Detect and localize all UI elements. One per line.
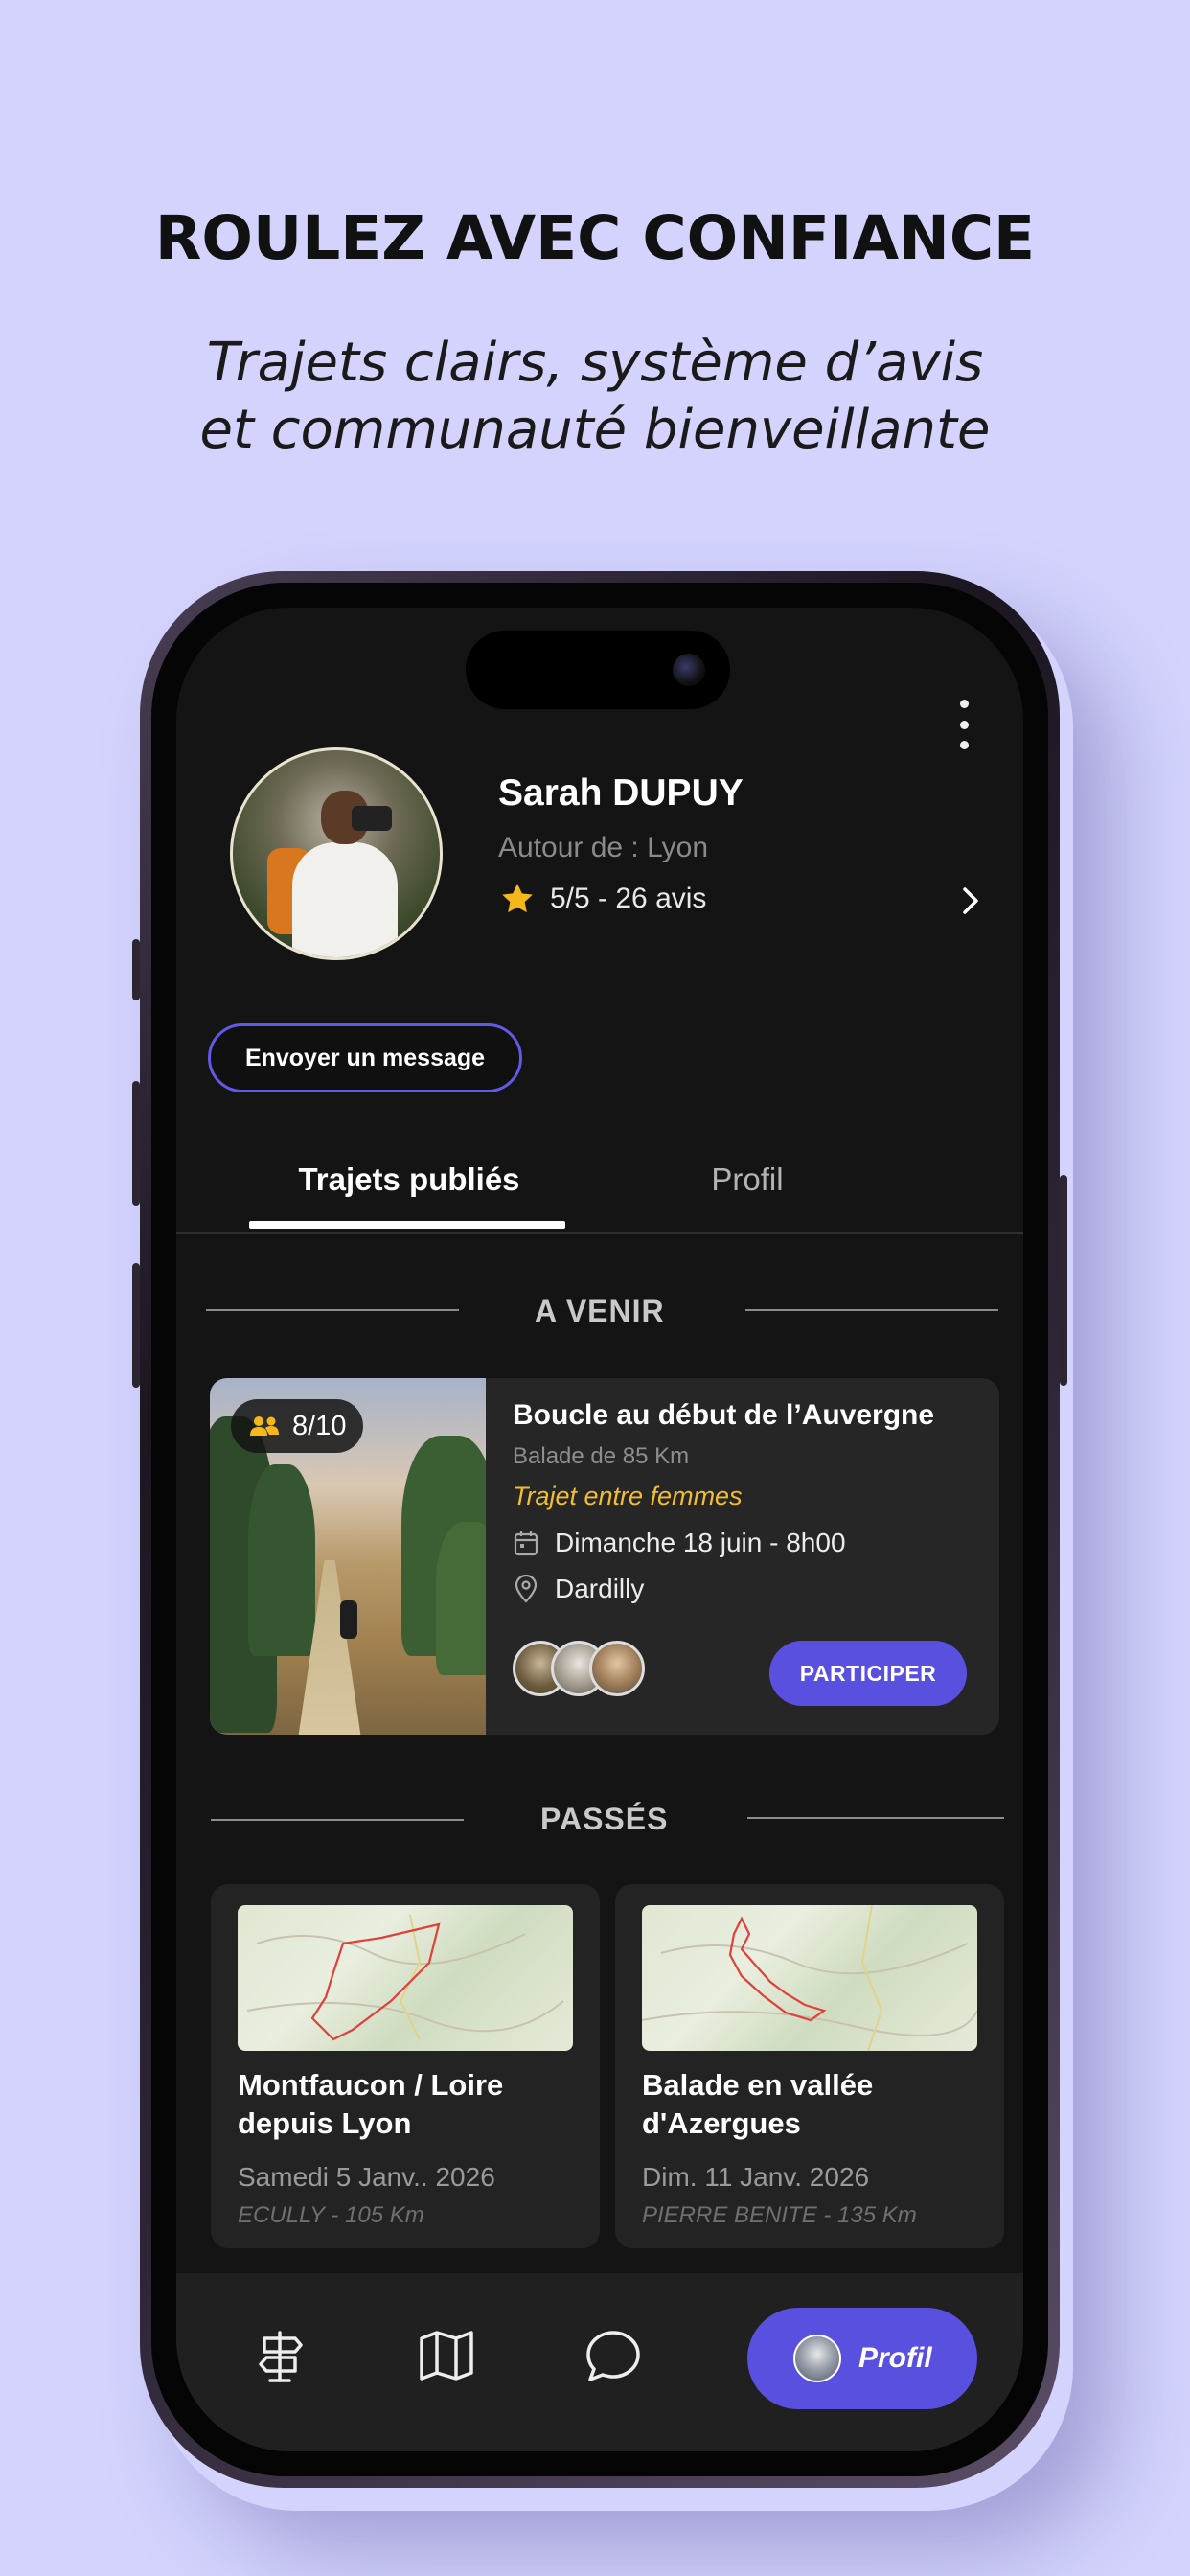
chevron-right-icon[interactable] bbox=[956, 882, 985, 920]
avatar bbox=[589, 1641, 645, 1696]
past-trip-card[interactable]: Montfaucon / Loire depuis Lyon Samedi 5 … bbox=[211, 1884, 600, 2248]
trip-tag: Trajet entre femmes bbox=[513, 1482, 743, 1510]
past-trip-meta: PIERRE BENITE - 135 Km bbox=[642, 2202, 917, 2228]
marketing-headline: ROULEZ AVEC CONFIANCE bbox=[154, 203, 1036, 273]
active-tab-indicator bbox=[249, 1221, 565, 1229]
map-icon[interactable] bbox=[416, 2325, 477, 2386]
avatar bbox=[230, 748, 443, 960]
upcoming-trip-card[interactable]: 8/10 Boucle au début de l’Auvergne Balad… bbox=[210, 1378, 999, 1735]
participant-avatars bbox=[513, 1641, 656, 1698]
rating-text: 5/5 - 26 avis bbox=[550, 883, 707, 914]
front-camera bbox=[673, 654, 705, 686]
past-trip-title: Balade en vallée d'Azergues bbox=[642, 2068, 874, 2140]
trip-title: Boucle au début de l’Auvergne bbox=[513, 1399, 935, 1431]
past-trip-title: Montfaucon / Loire depuis Lyon bbox=[238, 2068, 504, 2140]
section-divider-left bbox=[206, 1309, 459, 1311]
past-trip-date: Dim. 11 Janv. 2026 bbox=[642, 2162, 870, 2192]
nav-profile-button[interactable]: Profil bbox=[747, 2308, 977, 2409]
route-map bbox=[238, 1905, 573, 2051]
trip-date: Dimanche 18 juin - 8h00 bbox=[555, 1528, 846, 1557]
avatar bbox=[793, 2334, 841, 2382]
section-title-past: PASSÉS bbox=[540, 1802, 669, 1836]
marketing-subline: Trajets clairs, système d’avis et commun… bbox=[199, 332, 991, 461]
past-trip-date: Samedi 5 Janv.. 2026 bbox=[238, 2162, 495, 2192]
group-icon bbox=[250, 1416, 279, 1436]
past-trip-meta: ECULLY - 105 Km bbox=[238, 2202, 424, 2228]
chat-icon[interactable] bbox=[583, 2325, 644, 2386]
section-divider-left bbox=[211, 1819, 464, 1821]
trip-date-row: Dimanche 18 juin - 8h00 bbox=[513, 1528, 846, 1558]
participants-count: 8/10 bbox=[292, 1410, 347, 1441]
trip-subtitle: Balade de 85 Km bbox=[513, 1443, 690, 1469]
trip-place: Dardilly bbox=[555, 1574, 645, 1603]
trip-photo: 8/10 bbox=[210, 1378, 486, 1735]
profile-name: Sarah DUPUY bbox=[498, 772, 744, 814]
participants-badge: 8/10 bbox=[231, 1399, 364, 1453]
trip-place-row: Dardilly bbox=[513, 1574, 644, 1604]
phone-volume-up bbox=[132, 1081, 140, 1206]
tab-profil[interactable]: Profil bbox=[632, 1162, 862, 1198]
send-message-button[interactable]: Envoyer un message bbox=[208, 1024, 522, 1092]
phone-power-button bbox=[1060, 1175, 1067, 1386]
nav-profile-label: Profil bbox=[858, 2342, 932, 2374]
tab-trajets-publies[interactable]: Trajets publiés bbox=[249, 1162, 569, 1198]
app-screen: Sarah DUPUY Autour de : Lyon 5/5 - 26 av… bbox=[176, 608, 1023, 2451]
participate-button[interactable]: PARTICIPER bbox=[769, 1641, 967, 1706]
star-icon bbox=[498, 880, 537, 918]
section-title-upcoming: A VENIR bbox=[535, 1294, 665, 1328]
phone-silent-switch bbox=[132, 939, 140, 1000]
section-divider-right bbox=[745, 1309, 998, 1311]
signpost-icon[interactable] bbox=[251, 2325, 312, 2386]
route-map bbox=[642, 1905, 977, 2051]
rating-row[interactable]: 5/5 - 26 avis bbox=[498, 880, 706, 918]
section-divider-right bbox=[747, 1817, 1004, 1819]
profile-location: Autour de : Lyon bbox=[498, 832, 709, 863]
phone-volume-down bbox=[132, 1263, 140, 1388]
location-pin-icon bbox=[515, 1575, 538, 1603]
calendar-icon bbox=[514, 1531, 538, 1556]
past-trip-card[interactable]: Balade en vallée d'Azergues Dim. 11 Janv… bbox=[615, 1884, 1004, 2248]
more-options-icon[interactable] bbox=[952, 700, 975, 749]
tabs-divider bbox=[176, 1232, 1023, 1234]
